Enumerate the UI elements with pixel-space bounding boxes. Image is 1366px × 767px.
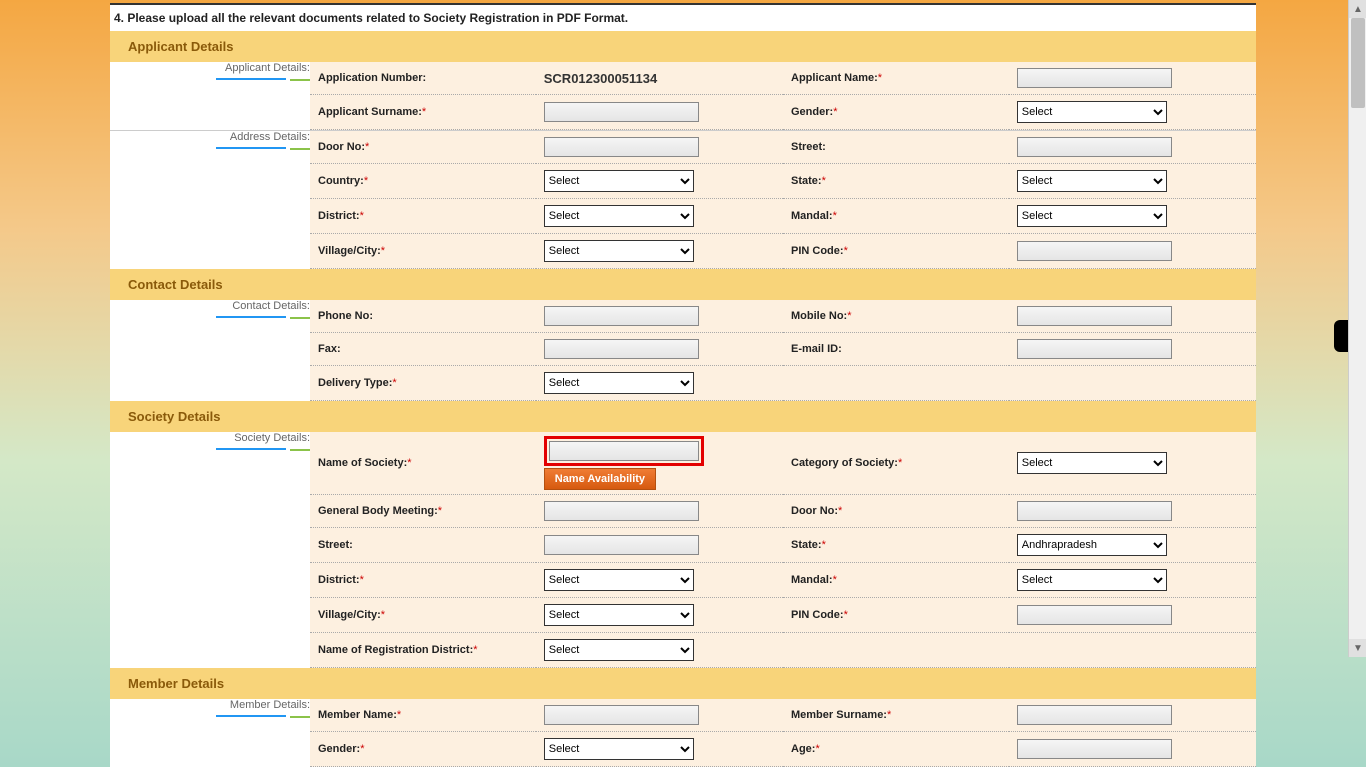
soc-state-select[interactable]: Andhrapradesh: [1017, 534, 1167, 556]
soc-district-label: District:: [318, 574, 360, 586]
soc-door-input[interactable]: [1017, 501, 1172, 521]
gbm-input[interactable]: [544, 501, 699, 521]
delivery-select[interactable]: Select: [544, 372, 694, 394]
door-no-label: Door No:: [318, 141, 365, 153]
sub-label-member: Member Details:: [230, 699, 310, 711]
village-label: Village/City:: [318, 245, 381, 257]
section-header-society: Society Details: [110, 401, 1256, 432]
society-name-label: Name of Society:: [318, 457, 407, 469]
vertical-scrollbar[interactable]: ▲ ▼: [1348, 0, 1366, 657]
applicant-name-input[interactable]: [1017, 68, 1172, 88]
section-header-contact: Contact Details: [110, 269, 1256, 300]
instruction-text: 4. Please upload all the relevant docume…: [110, 5, 1256, 31]
member-name-input[interactable]: [544, 705, 699, 725]
applicant-table: Applicant Details: Application Number: S…: [110, 62, 1256, 130]
street-label: Street:: [791, 141, 826, 153]
sub-label-applicant: Applicant Details:: [225, 62, 310, 74]
society-name-highlight: [544, 436, 704, 466]
member-surname-label: Member Surname:: [791, 709, 887, 721]
soc-street-input[interactable]: [544, 535, 699, 555]
scroll-up-icon[interactable]: ▲: [1349, 0, 1366, 18]
email-label: E-mail ID:: [791, 343, 842, 355]
sub-label-society: Society Details:: [234, 432, 310, 444]
member-age-label: Age:: [791, 743, 815, 755]
soc-pin-input[interactable]: [1017, 605, 1172, 625]
name-availability-button[interactable]: Name Availability: [544, 468, 656, 490]
state-select[interactable]: Select: [1017, 170, 1167, 192]
phone-label: Phone No:: [318, 310, 373, 322]
applicant-surname-label: Applicant Surname:: [318, 106, 422, 118]
soc-street-label: Street:: [318, 539, 353, 551]
gender-select[interactable]: Select: [1017, 101, 1167, 123]
pin-label: PIN Code:: [791, 245, 844, 257]
district-select[interactable]: Select: [544, 205, 694, 227]
pin-input[interactable]: [1017, 241, 1172, 261]
gender-label: Gender:: [791, 106, 833, 118]
phone-input[interactable]: [544, 306, 699, 326]
scroll-down-icon[interactable]: ▼: [1349, 639, 1366, 657]
reg-district-label: Name of Registration District:: [318, 644, 473, 656]
soc-state-label: State:: [791, 539, 822, 551]
mobile-label: Mobile No:: [791, 310, 847, 322]
section-header-member: Member Details: [110, 668, 1256, 699]
state-label: State:: [791, 175, 822, 187]
main-form-container: 4. Please upload all the relevant docume…: [110, 3, 1256, 767]
country-label: Country:: [318, 175, 364, 187]
soc-district-select[interactable]: Select: [544, 569, 694, 591]
member-gender-select[interactable]: Select: [544, 738, 694, 760]
soc-mandal-select[interactable]: Select: [1017, 569, 1167, 591]
member-age-input[interactable]: [1017, 739, 1172, 759]
street-input[interactable]: [1017, 137, 1172, 157]
applicant-surname-input[interactable]: [544, 102, 699, 122]
category-select[interactable]: Select: [1017, 452, 1167, 474]
member-surname-input[interactable]: [1017, 705, 1172, 725]
door-no-input[interactable]: [544, 137, 699, 157]
app-num-value: SCR012300051134: [544, 71, 658, 86]
mandal-label: Mandal:: [791, 210, 833, 222]
soc-village-label: Village/City:: [318, 609, 381, 621]
member-name-label: Member Name:: [318, 709, 397, 721]
district-label: District:: [318, 210, 360, 222]
sub-label-address: Address Details:: [230, 131, 310, 143]
sub-label-contact: Contact Details:: [232, 300, 310, 312]
category-label: Category of Society:: [791, 457, 898, 469]
app-num-label: Application Number:: [318, 72, 426, 84]
mandal-select[interactable]: Select: [1017, 205, 1167, 227]
soc-mandal-label: Mandal:: [791, 574, 833, 586]
mobile-input[interactable]: [1017, 306, 1172, 326]
email-input[interactable]: [1017, 339, 1172, 359]
soc-village-select[interactable]: Select: [544, 604, 694, 626]
gbm-label: General Body Meeting:: [318, 505, 438, 517]
society-name-input[interactable]: [549, 441, 699, 461]
member-gender-label: Gender:: [318, 743, 360, 755]
side-tab-icon[interactable]: [1334, 320, 1348, 352]
scrollbar-thumb[interactable]: [1351, 18, 1365, 108]
applicant-name-label: Applicant Name:: [791, 72, 878, 84]
section-header-applicant: Applicant Details: [110, 31, 1256, 62]
village-select[interactable]: Select: [544, 240, 694, 262]
soc-pin-label: PIN Code:: [791, 609, 844, 621]
fax-label: Fax:: [318, 343, 341, 355]
country-select[interactable]: Select: [544, 170, 694, 192]
delivery-label: Delivery Type:: [318, 377, 392, 389]
reg-district-select[interactable]: Select: [544, 639, 694, 661]
fax-input[interactable]: [544, 339, 699, 359]
soc-door-label: Door No:: [791, 505, 838, 517]
